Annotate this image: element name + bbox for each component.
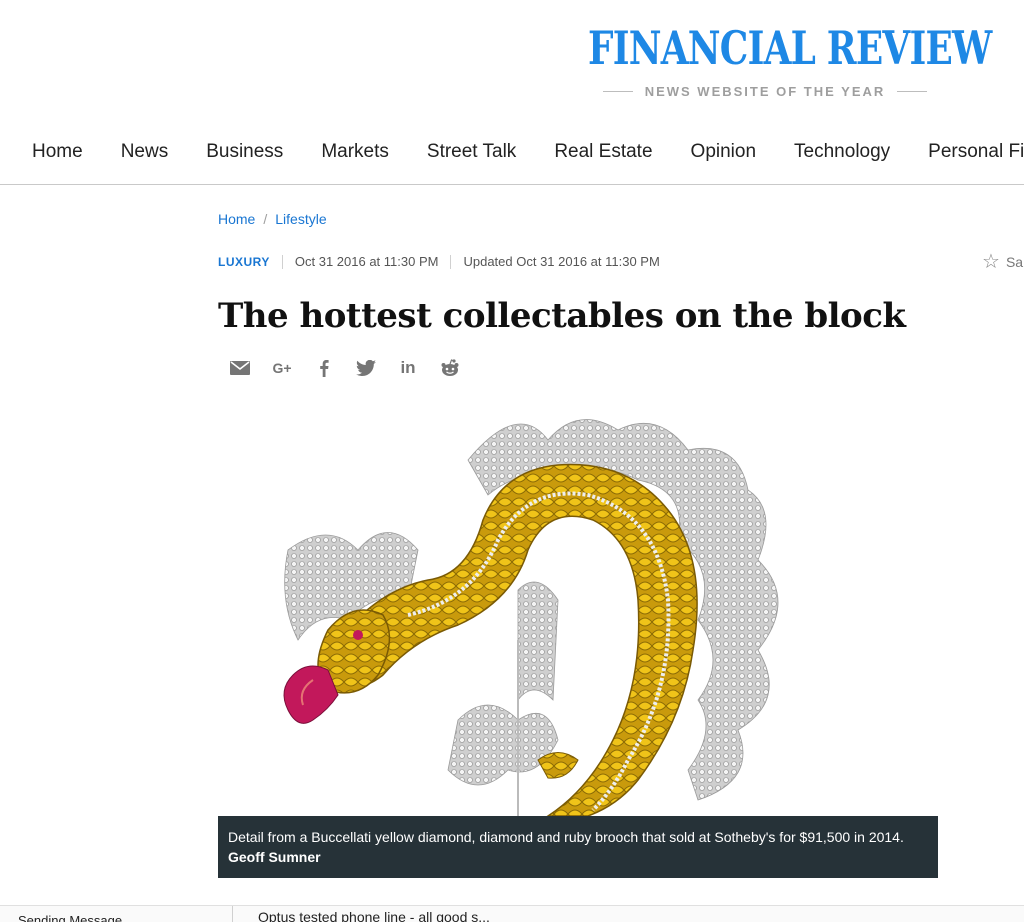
article-headline: The hottest collectables on the block (218, 296, 906, 336)
nav-item-technology[interactable]: Technology (775, 141, 909, 163)
updated-date: Updated Oct 31 2016 at 11:30 PM (463, 254, 660, 269)
google-plus-icon[interactable]: G+ (268, 356, 296, 380)
breadcrumb-lifestyle[interactable]: Lifestyle (275, 211, 326, 227)
save-button[interactable]: ☆ Sa (982, 252, 1023, 272)
logo-tagline-row: NEWS WEBSITE OF THE YEAR (590, 82, 940, 100)
nav-item-home[interactable]: Home (0, 141, 102, 163)
published-date: Oct 31 2016 at 11:30 PM (294, 254, 439, 269)
save-label: Sa (1005, 254, 1024, 270)
star-icon: ☆ (982, 251, 1000, 273)
meta-divider (450, 254, 452, 269)
logo-tagline: NEWS WEBSITE OF THE YEAR (644, 83, 886, 99)
main-nav-list: Home News Business Markets Street Talk R… (0, 120, 1024, 184)
strip-divider (232, 906, 233, 922)
nav-item-markets[interactable]: Markets (302, 141, 408, 163)
breadcrumb: Home / Lifestyle (218, 211, 327, 227)
twitter-icon[interactable] (352, 356, 380, 380)
nav-item-business[interactable]: Business (187, 141, 302, 163)
reddit-icon[interactable] (436, 356, 464, 380)
category-link[interactable]: LUXURY (218, 255, 270, 269)
nav-item-personal-finance[interactable]: Personal Fi (909, 141, 1024, 163)
main-nav: Home News Business Markets Street Talk R… (0, 120, 1024, 185)
message-preview[interactable]: Optus tested phone line - all good s... (258, 909, 490, 922)
article-meta: LUXURY Oct 31 2016 at 11:30 PM Updated O… (218, 254, 660, 269)
brooch-illustration (283, 419, 779, 816)
image-caption: Detail from a Buccellati yellow diamond,… (218, 816, 938, 878)
tagline-rule-left (602, 90, 633, 92)
email-icon[interactable] (226, 356, 254, 380)
photo-credit: Geoff Sumner (228, 849, 321, 865)
meta-divider (281, 254, 283, 269)
breadcrumb-separator: / (263, 211, 268, 227)
nav-item-news[interactable]: News (102, 141, 188, 163)
article-image (218, 400, 938, 816)
linkedin-icon[interactable]: in (394, 356, 422, 380)
nav-item-real-estate[interactable]: Real Estate (535, 141, 671, 163)
tagline-rule-right (897, 90, 928, 92)
facebook-icon[interactable] (310, 356, 338, 380)
caption-text: Detail from a Buccellati yellow diamond,… (228, 829, 904, 845)
share-bar: G+ in (226, 356, 464, 380)
breadcrumb-home[interactable]: Home (218, 211, 255, 227)
site-logo[interactable]: FINANCIAL REVIEW (588, 20, 992, 76)
bottom-status-strip: Sending Message Optus tested phone line … (0, 905, 1024, 922)
nav-item-street-talk[interactable]: Street Talk (408, 141, 535, 163)
masthead: FINANCIAL REVIEW NEWS WEBSITE OF THE YEA… (0, 0, 1024, 120)
nav-item-opinion[interactable]: Opinion (672, 141, 776, 163)
